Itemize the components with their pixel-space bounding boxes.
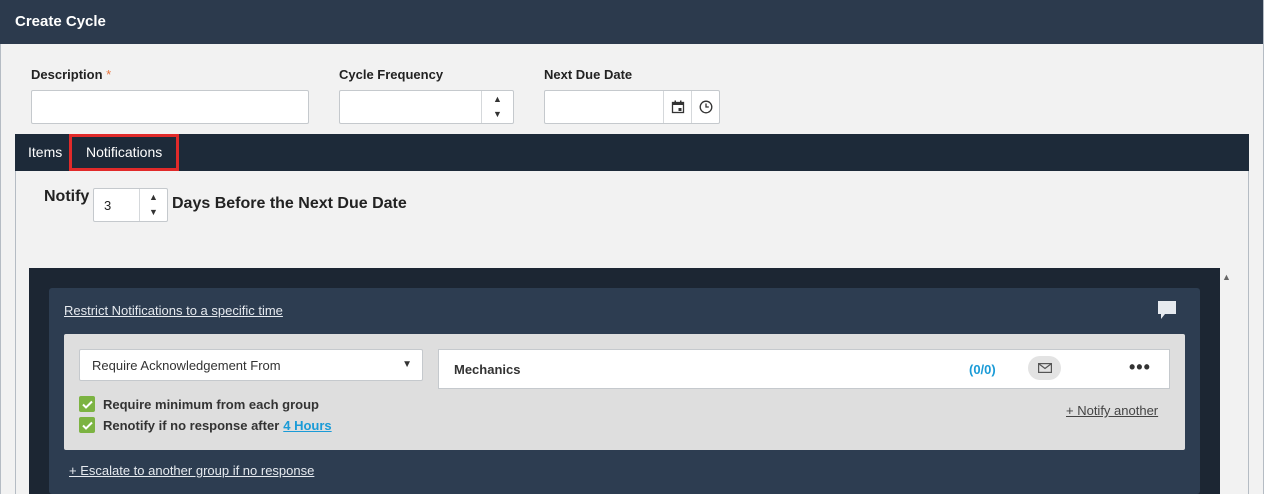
checkbox-checked-icon[interactable]	[79, 417, 95, 433]
checkbox-checked-icon[interactable]	[79, 396, 95, 412]
increment-icon[interactable]: ▲	[482, 92, 513, 107]
acknowledgement-select-value: Require Acknowledgement From	[92, 358, 281, 373]
scroll-up-icon[interactable]: ▲	[1222, 272, 1231, 282]
increment-icon[interactable]: ▲	[140, 190, 167, 205]
dialog-title: Create Cycle	[0, 0, 1263, 44]
decrement-icon[interactable]: ▼	[482, 107, 513, 122]
cycle-frequency-stepper[interactable]: ▲ ▼	[481, 91, 513, 123]
description-label-text: Description	[31, 67, 103, 82]
restrict-notifications-link[interactable]: Restrict Notifications to a specific tim…	[64, 303, 283, 318]
window-edge	[1264, 0, 1269, 494]
tab-notifications[interactable]: Notifications	[69, 134, 179, 171]
notify-days-stepper[interactable]: ▲ ▼	[139, 189, 167, 221]
group-name: Mechanics	[454, 362, 521, 377]
acknowledgement-select[interactable]: Require Acknowledgement From ▼	[79, 349, 423, 381]
description-label: Description *	[31, 67, 111, 82]
tab-items[interactable]: Items	[16, 134, 74, 171]
email-icon[interactable]	[1028, 356, 1061, 380]
cycle-frequency-label: Cycle Frequency	[339, 67, 444, 82]
notify-suffix: Days Before the Next Due Date	[172, 195, 407, 212]
decrement-icon[interactable]: ▼	[140, 205, 167, 220]
calendar-icon[interactable]	[663, 91, 691, 123]
require-minimum-label: Require minimum from each group	[103, 396, 319, 412]
next-due-date-label: Next Due Date	[544, 67, 633, 82]
more-options-icon[interactable]: •••	[1129, 358, 1151, 376]
clock-icon[interactable]	[691, 91, 719, 123]
group-row: Mechanics (0/0) •••	[438, 349, 1170, 389]
require-minimum-check[interactable]: Require minimum from each group	[79, 396, 319, 412]
notify-days-value: 3	[104, 198, 112, 213]
renotify-label: Renotify if no response after	[103, 417, 280, 433]
tab-bar: Items Notifications	[15, 134, 1249, 171]
notify-days-input[interactable]: 3 ▲ ▼	[93, 188, 168, 222]
escalate-link[interactable]: + Escalate to another group if no respon…	[69, 463, 314, 478]
description-input[interactable]	[31, 90, 309, 124]
renotify-check[interactable]: Renotify if no response after 4 Hours	[79, 417, 332, 433]
group-count[interactable]: (0/0)	[969, 362, 996, 377]
required-mark: *	[106, 67, 112, 82]
caret-down-icon: ▼	[402, 359, 412, 370]
comment-icon[interactable]	[1156, 299, 1178, 324]
notify-another-link[interactable]: + Notify another	[1066, 403, 1158, 418]
cycle-frequency-input[interactable]: ▲ ▼	[339, 90, 514, 124]
renotify-interval-link[interactable]: 4 Hours	[283, 418, 331, 433]
scrollbar[interactable]	[1220, 268, 1234, 494]
next-due-date-input[interactable]	[544, 90, 720, 124]
notify-prefix: Notify	[44, 188, 90, 205]
